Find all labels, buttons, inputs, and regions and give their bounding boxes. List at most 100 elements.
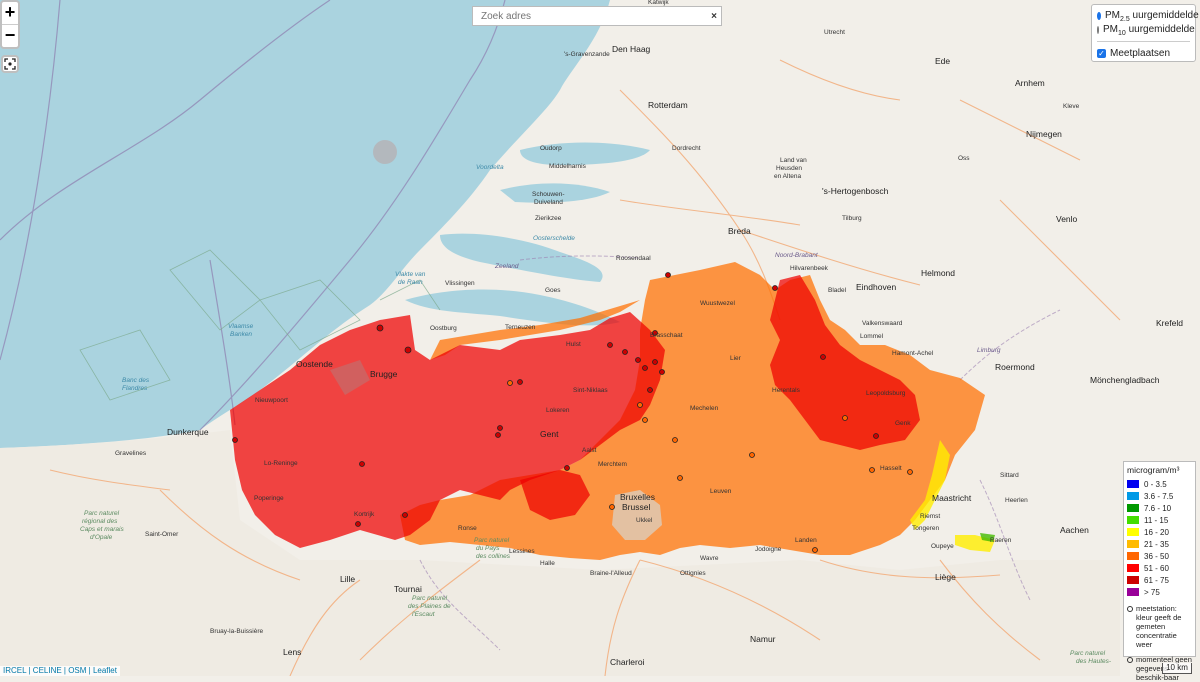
radio-unselected-icon[interactable] <box>1097 26 1099 34</box>
locate-button[interactable] <box>1 55 19 73</box>
legend-swatch <box>1127 516 1139 524</box>
crosshair-icon <box>4 58 16 70</box>
concentration-legend: microgram/m³ 0 - 3.5 3.6 - 7.5 7.6 - 10 11 … <box>1123 461 1196 682</box>
svg-text:Voordelta: Voordelta <box>476 164 504 171</box>
station-marker <box>652 359 658 365</box>
stations-label: Meetplaatsen <box>1110 47 1171 59</box>
legend-swatch <box>1127 528 1139 536</box>
svg-text:Parc naturel: Parc naturel <box>474 537 510 544</box>
map-canvas[interactable]: Katwijk Den Haag Rotterdam Dordrecht Utr… <box>0 0 1200 676</box>
legend-label: 21 - 35 <box>1144 539 1169 549</box>
layer-option-pm10[interactable]: PM10 uurgemiddelde <box>1097 23 1195 37</box>
svg-text:Gravelines: Gravelines <box>115 450 147 457</box>
zoom-in-button[interactable]: + <box>2 2 18 25</box>
svg-text:Eindhoven: Eindhoven <box>856 282 896 292</box>
svg-text:Saint-Omer: Saint-Omer <box>145 531 179 538</box>
svg-text:Terneuzen: Terneuzen <box>505 324 536 331</box>
pm25-label: PM2.5 uurgemiddelde <box>1105 9 1199 23</box>
svg-text:Maastricht: Maastricht <box>932 493 972 503</box>
svg-text:Parc naturel: Parc naturel <box>412 595 448 602</box>
svg-text:Bruay-la-Buissière: Bruay-la-Buissière <box>210 628 263 635</box>
station-marker <box>665 272 671 278</box>
clear-search-button[interactable]: × <box>707 11 721 22</box>
svg-text:Raeren: Raeren <box>990 537 1012 544</box>
svg-text:Tilburg: Tilburg <box>842 215 862 222</box>
station-marker <box>677 475 683 481</box>
svg-text:Noord-Brabant: Noord-Brabant <box>775 252 819 259</box>
station-marker <box>772 285 778 291</box>
svg-text:Merchtem: Merchtem <box>598 461 627 468</box>
station-marker <box>642 417 648 423</box>
svg-text:Vlaamse: Vlaamse <box>228 323 254 330</box>
legend-swatch <box>1127 492 1139 500</box>
station-marker <box>495 432 501 438</box>
station-marker <box>842 415 848 421</box>
svg-text:Aalst: Aalst <box>582 447 597 454</box>
svg-text:des Hautes-: des Hautes- <box>1076 658 1112 665</box>
legend-item: > 75 <box>1127 586 1192 598</box>
svg-text:Goes: Goes <box>545 287 561 294</box>
station-marker <box>232 437 238 443</box>
station-marker <box>749 452 755 458</box>
svg-text:Hulst: Hulst <box>566 341 581 348</box>
svg-text:Bruxelles: Bruxelles <box>620 492 655 502</box>
search-input[interactable] <box>473 10 707 22</box>
scale-bar: 10 km <box>1162 663 1192 674</box>
svg-text:Liège: Liège <box>935 572 956 582</box>
svg-text:Hilvarenbeek: Hilvarenbeek <box>790 265 829 272</box>
legend-item: 11 - 15 <box>1127 514 1192 526</box>
pm10-label: PM10 uurgemiddelde <box>1103 23 1195 37</box>
nodata-ring-icon <box>1127 657 1133 663</box>
svg-text:Limburg: Limburg <box>977 347 1001 354</box>
svg-text:Kleve: Kleve <box>1063 103 1080 110</box>
svg-text:Kortrijk: Kortrijk <box>354 511 375 518</box>
legend-swatch <box>1127 576 1139 584</box>
radio-selected-icon[interactable] <box>1097 12 1101 20</box>
station-marker <box>637 402 643 408</box>
svg-text:Oosterschelde: Oosterschelde <box>533 235 575 242</box>
address-search-box: × <box>472 6 722 26</box>
legend-label: 0 - 3.5 <box>1144 479 1167 489</box>
legend-swatch <box>1127 552 1139 560</box>
svg-text:Sint-Niklaas: Sint-Niklaas <box>573 387 608 394</box>
svg-text:Genk: Genk <box>895 420 911 427</box>
attribution[interactable]: IRCEL | CELINE | OSM | Leaflet <box>0 666 120 676</box>
svg-text:Middelharnis: Middelharnis <box>549 163 587 170</box>
station-marker <box>869 467 875 473</box>
layer-option-pm25[interactable]: PM2.5 uurgemiddelde <box>1097 9 1199 23</box>
svg-text:Tongeren: Tongeren <box>912 525 939 532</box>
svg-text:Dunkerque: Dunkerque <box>167 427 209 437</box>
legend-label: 51 - 60 <box>1144 563 1169 573</box>
svg-text:Duiveland: Duiveland <box>534 199 563 206</box>
svg-text:Valkenswaard: Valkenswaard <box>862 320 903 327</box>
checkbox-checked-icon[interactable]: ✓ <box>1097 48 1106 58</box>
svg-text:Charleroi: Charleroi <box>610 657 645 667</box>
svg-text:Lokeren: Lokeren <box>546 407 570 414</box>
svg-text:Landen: Landen <box>795 537 817 544</box>
svg-text:Heusden: Heusden <box>776 165 802 172</box>
svg-text:en Altena: en Altena <box>774 173 801 180</box>
station-marker <box>672 437 678 443</box>
svg-text:Bladel: Bladel <box>828 287 847 294</box>
svg-text:des Plaines de: des Plaines de <box>408 603 451 610</box>
station-marker <box>635 357 641 363</box>
svg-text:Banken: Banken <box>230 331 252 338</box>
svg-text:Vlissingen: Vlissingen <box>445 280 475 287</box>
svg-text:Sittard: Sittard <box>1000 472 1019 479</box>
legend-swatch <box>1127 564 1139 572</box>
svg-text:Dordrecht: Dordrecht <box>672 145 701 152</box>
svg-text:Vlakte van: Vlakte van <box>395 271 426 278</box>
station-marker <box>820 354 826 360</box>
svg-text:Nieuwpoort: Nieuwpoort <box>255 397 288 404</box>
station-marker <box>404 346 412 354</box>
zoom-out-button[interactable]: − <box>2 25 18 47</box>
svg-text:Helmond: Helmond <box>921 268 955 278</box>
station-marker <box>647 387 653 393</box>
legend-item: 7.6 - 10 <box>1127 502 1192 514</box>
svg-text:Krefeld: Krefeld <box>1156 318 1183 328</box>
svg-text:Ronse: Ronse <box>458 525 477 532</box>
oosterschelde <box>440 233 603 282</box>
svg-text:Leuven: Leuven <box>710 488 732 495</box>
stations-toggle[interactable]: ✓ Meetplaatsen <box>1097 46 1190 60</box>
legend-item: 0 - 3.5 <box>1127 478 1192 490</box>
